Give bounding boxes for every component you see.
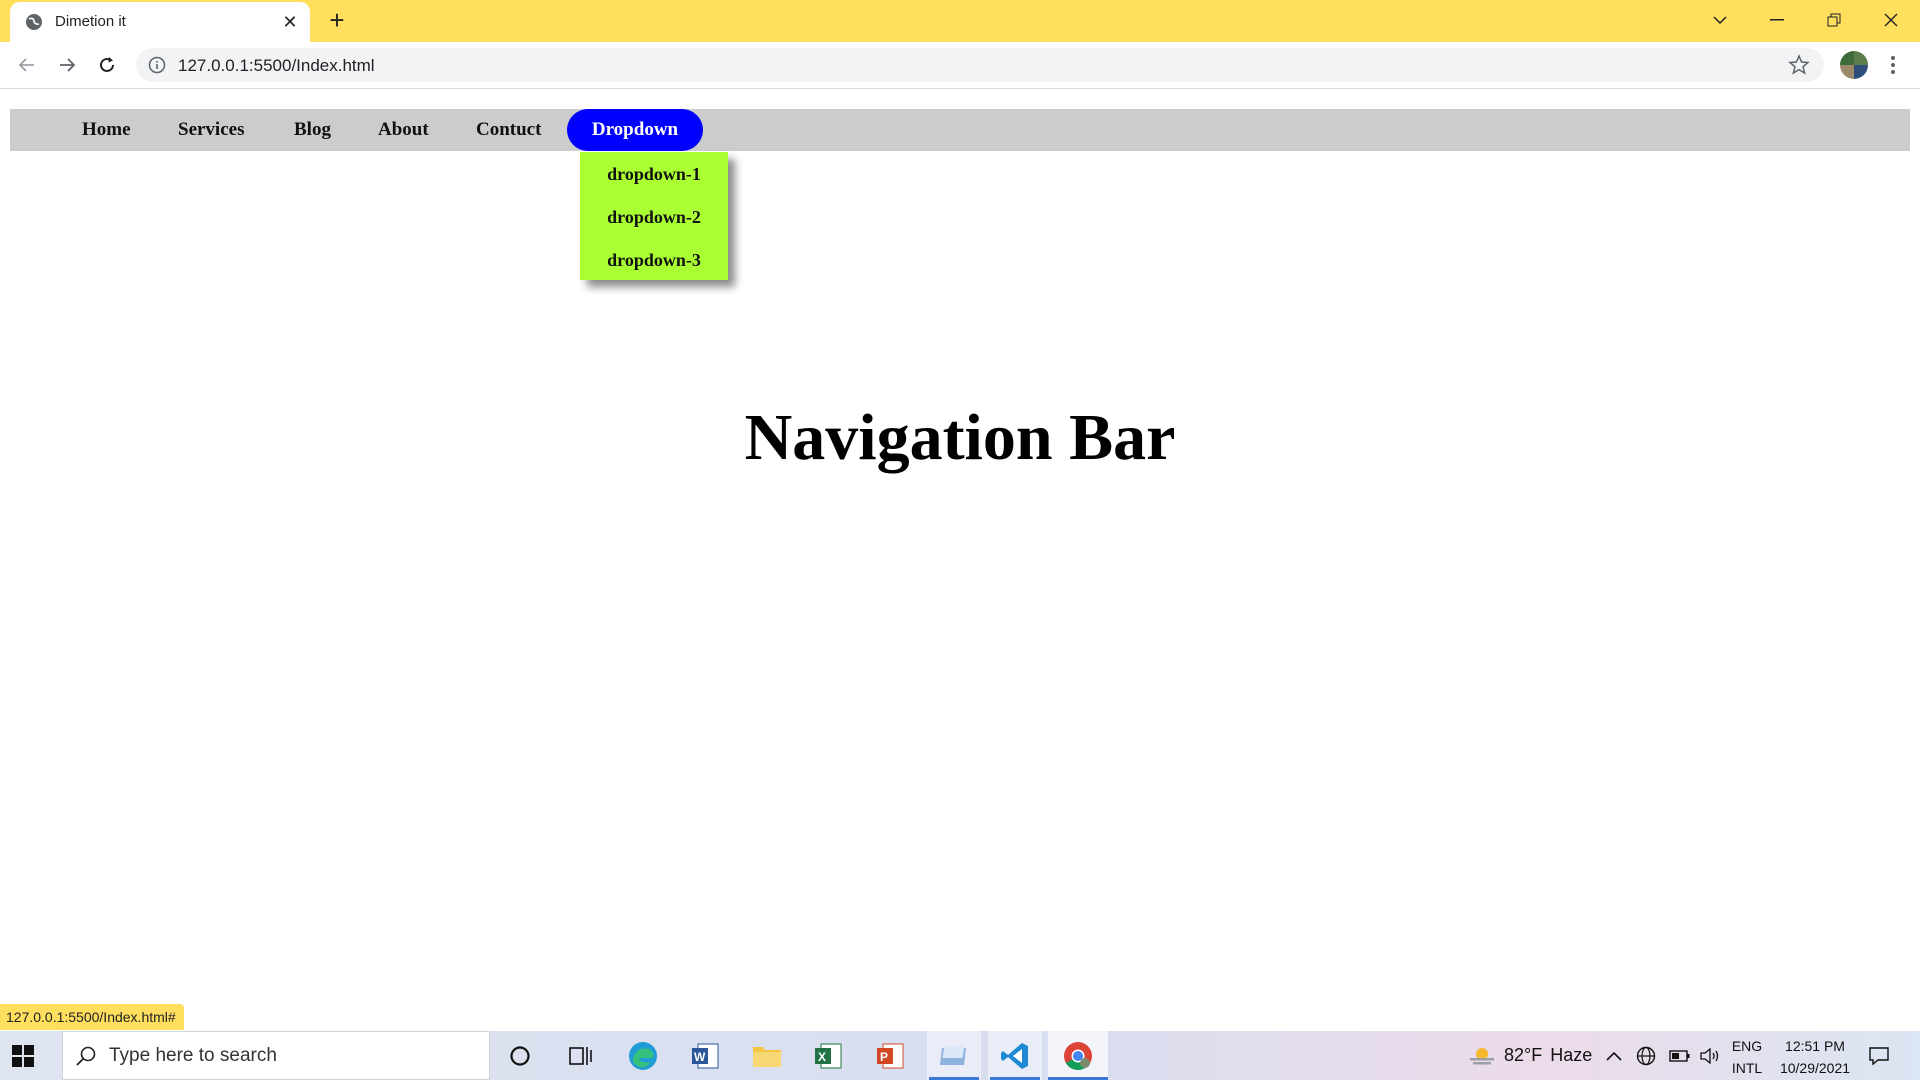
- powerpoint-icon[interactable]: P: [873, 1039, 907, 1073]
- back-button[interactable]: [13, 51, 41, 79]
- clock-date: 10/29/2021: [1779, 1060, 1851, 1076]
- nav-contuct-link[interactable]: Contuct: [476, 109, 541, 151]
- clock[interactable]: 12:51 PM 10/29/2021: [1772, 1035, 1858, 1079]
- tab-title: Dimetion it: [55, 13, 126, 30]
- network-globe-icon[interactable]: [1633, 1039, 1659, 1073]
- nav-about-link[interactable]: About: [378, 109, 429, 151]
- weather-temperature: 82°F: [1504, 1044, 1543, 1065]
- tab-search-icon[interactable]: [1692, 0, 1748, 40]
- close-window-button[interactable]: [1863, 0, 1919, 40]
- weather-widget[interactable]: 82°F Haze: [1468, 1044, 1592, 1066]
- browser-tab[interactable]: Dimetion it ✕: [10, 2, 310, 42]
- dropdown-item-2[interactable]: dropdown-2: [580, 197, 728, 237]
- show-hidden-icons-chevron-icon[interactable]: [1603, 1039, 1625, 1073]
- browser-tabstrip: Dimetion it ✕ +: [0, 0, 1920, 42]
- browser-toolbar: 127.0.0.1:5500/Index.html: [0, 42, 1920, 89]
- notifications-icon[interactable]: [1862, 1039, 1896, 1073]
- nav-services-link[interactable]: Services: [178, 109, 244, 151]
- address-bar[interactable]: 127.0.0.1:5500/Index.html: [136, 48, 1824, 82]
- windows-start-icon[interactable]: [12, 1045, 34, 1067]
- cortana-icon[interactable]: [503, 1039, 537, 1073]
- browser-menu-icon[interactable]: [1883, 51, 1903, 79]
- language-code: ENG: [1731, 1038, 1763, 1054]
- search-placeholder: Type here to search: [109, 1045, 277, 1066]
- excel-icon[interactable]: X: [811, 1039, 845, 1073]
- reload-button[interactable]: [93, 51, 121, 79]
- dropdown-menu: dropdown-1 dropdown-2 dropdown-3: [580, 152, 728, 280]
- bookmark-star-icon[interactable]: [1788, 54, 1810, 76]
- task-view-icon[interactable]: [563, 1039, 597, 1073]
- page-heading: Navigation Bar: [744, 401, 1176, 474]
- dropdown-item-3[interactable]: dropdown-3: [580, 240, 728, 280]
- weather-haze-icon: [1470, 1048, 1494, 1065]
- vscode-icon[interactable]: [998, 1039, 1032, 1073]
- word-icon[interactable]: W: [688, 1039, 722, 1073]
- restore-button[interactable]: [1806, 0, 1862, 40]
- navigation-bar: Home Services Blog About Contuct Dropdow…: [10, 109, 1910, 151]
- nav-home-link[interactable]: Home: [82, 109, 131, 151]
- svg-text:P: P: [880, 1050, 888, 1064]
- nav-dropdown-button[interactable]: Dropdown: [567, 109, 703, 151]
- windows-taskbar: Type here to search W X P 82°F Haze ENG …: [0, 1031, 1920, 1080]
- forward-button[interactable]: [53, 51, 81, 79]
- new-tab-button[interactable]: +: [324, 7, 350, 34]
- site-info-icon[interactable]: [148, 56, 166, 74]
- nav-blog-link[interactable]: Blog: [294, 109, 331, 151]
- svg-text:W: W: [694, 1050, 706, 1064]
- input-language-indicator[interactable]: ENG INTL: [1726, 1035, 1768, 1079]
- weather-condition: Haze: [1550, 1044, 1593, 1065]
- chrome-icon[interactable]: [1061, 1039, 1095, 1073]
- dropdown-item-1[interactable]: dropdown-1: [580, 154, 728, 194]
- taskbar-search-box[interactable]: Type here to search: [62, 1031, 490, 1080]
- volume-icon[interactable]: [1697, 1039, 1723, 1073]
- close-tab-icon[interactable]: ✕: [280, 12, 300, 32]
- profile-avatar[interactable]: [1840, 51, 1868, 79]
- globe-icon: [26, 14, 42, 30]
- folder-app-icon[interactable]: [937, 1039, 971, 1073]
- clock-time: 12:51 PM: [1785, 1038, 1845, 1054]
- status-url-bubble: 127.0.0.1:5500/Index.html#: [0, 1004, 184, 1030]
- file-explorer-icon[interactable]: [750, 1039, 784, 1073]
- search-icon: [76, 1046, 96, 1066]
- minimize-button[interactable]: [1749, 0, 1805, 40]
- keyboard-layout: INTL: [1731, 1060, 1763, 1076]
- battery-icon[interactable]: [1667, 1039, 1693, 1073]
- edge-icon[interactable]: [626, 1039, 660, 1073]
- url-text[interactable]: 127.0.0.1:5500/Index.html: [178, 56, 375, 76]
- svg-text:X: X: [818, 1050, 826, 1064]
